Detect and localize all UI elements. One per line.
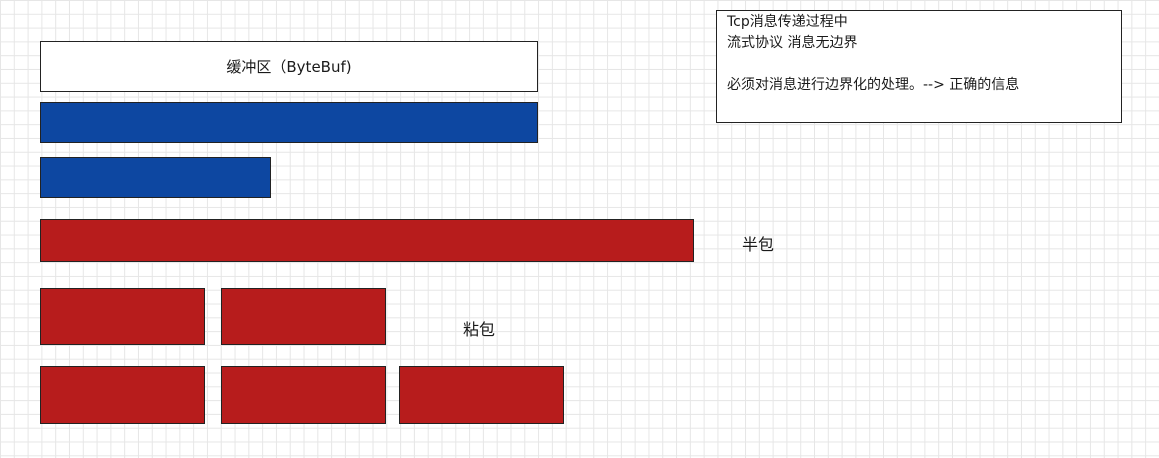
half-packet-label: 半包 [742, 235, 775, 254]
note-line: 必须对消息进行边界化的处理。--> 正确的信息 [727, 77, 1020, 93]
sticky-packet-block [40, 366, 205, 424]
short-message-bar [40, 157, 271, 198]
sticky-packet-block [40, 288, 205, 345]
full-message-bar [40, 102, 538, 143]
sticky-packet-block [399, 366, 564, 424]
sticky-packet-label: 粘包 [463, 320, 496, 339]
note-line: 流式协议 消息无边界 [727, 35, 858, 51]
sticky-packet-block [221, 366, 386, 424]
half-packet-bar [40, 219, 694, 262]
note-line: Tcp消息传递过程中 [727, 14, 848, 30]
explanation-note-box: Tcp消息传递过程中 流式协议 消息无边界 必须对消息进行边界化的处理。--> … [716, 10, 1122, 123]
bytebuf-buffer-box: 缓冲区（ByteBuf) [40, 41, 538, 92]
diagram-canvas: 缓冲区（ByteBuf) 半包 粘包 Tcp消息传递过程中 流式协议 消息无边界… [0, 0, 1159, 458]
bytebuf-buffer-label: 缓冲区（ByteBuf) [226, 58, 352, 76]
sticky-packet-block [221, 288, 386, 345]
